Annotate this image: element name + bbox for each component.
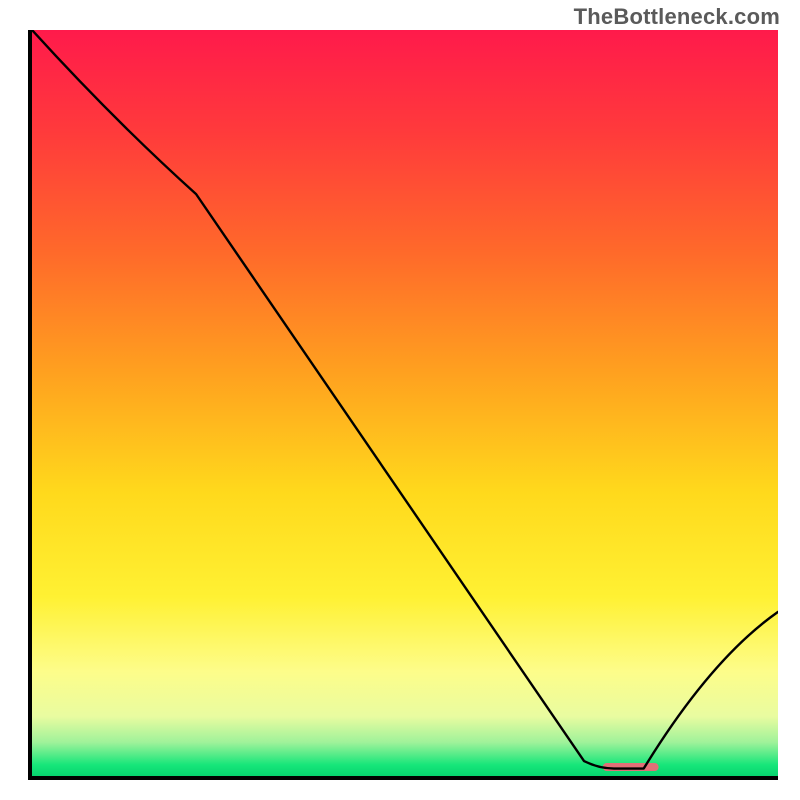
- plot-area: [32, 30, 778, 776]
- optimal-range-marker: [603, 763, 659, 771]
- gradient-background: [32, 30, 778, 776]
- watermark-text: TheBottleneck.com: [574, 4, 780, 30]
- chart-svg: [32, 30, 778, 776]
- chart-frame: TheBottleneck.com: [0, 0, 800, 800]
- plot-axes: [28, 30, 778, 780]
